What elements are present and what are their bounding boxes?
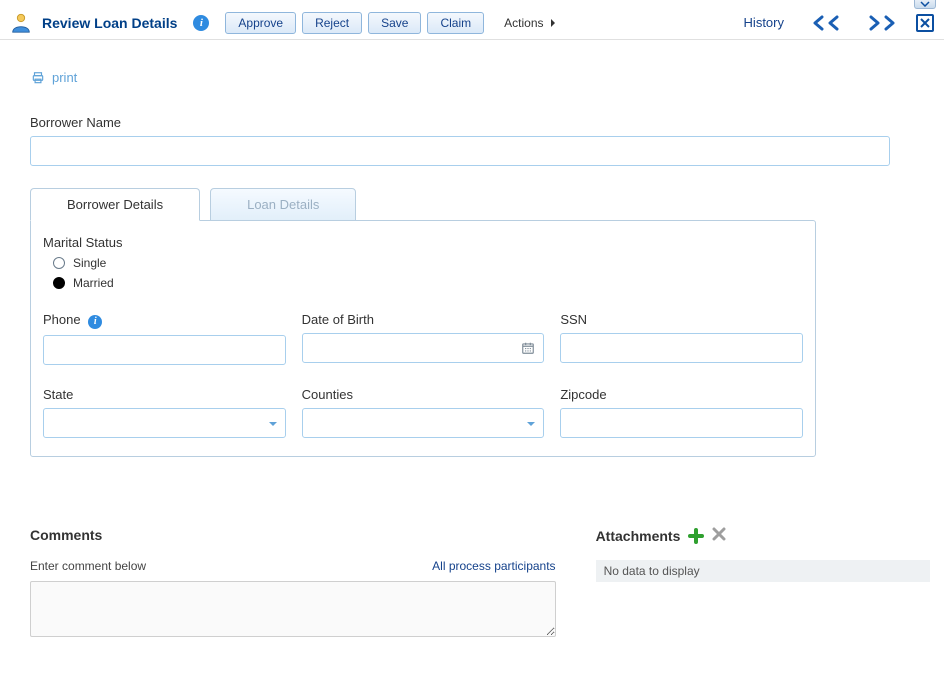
borrower-name-label: Borrower Name [30,115,890,130]
state-select[interactable] [43,408,286,438]
radio-icon [53,257,65,269]
tab-loan-details[interactable]: Loan Details [210,188,356,221]
remove-attachment-button[interactable] [712,527,726,546]
chevron-right-icon [550,18,556,28]
close-button[interactable] [916,14,934,32]
print-icon [30,71,46,85]
info-icon[interactable]: i [88,315,102,329]
page-title: Review Loan Details [42,15,177,31]
participants-link[interactable]: All process participants [432,559,555,573]
state-label: State [43,387,286,402]
zipcode-input[interactable] [560,408,803,438]
tab-borrower-details[interactable]: Borrower Details [30,188,200,221]
marital-status-label: Marital Status [43,235,803,250]
info-icon[interactable]: i [193,15,209,31]
ssn-label: SSN [560,312,803,327]
chevron-down-icon[interactable] [526,416,536,430]
print-label: print [52,70,77,85]
save-button[interactable]: Save [368,12,421,34]
chevron-down-icon[interactable] [268,416,278,430]
comments-title: Comments [30,527,556,543]
attachments-empty: No data to display [596,560,930,582]
radio-married-label: Married [73,276,114,290]
collapse-handle[interactable] [914,0,936,9]
counties-label: Counties [302,387,545,402]
tab-panel-borrower: Marital Status Single Married Phone i [30,220,816,457]
counties-select[interactable] [302,408,545,438]
borrower-name-input[interactable] [30,136,890,166]
prev-double-icon [820,12,842,34]
radio-single-label: Single [73,256,106,270]
reject-button[interactable]: Reject [302,12,362,34]
attachments-title: Attachments [596,528,681,544]
claim-button[interactable]: Claim [427,12,484,34]
approve-button[interactable]: Approve [225,12,296,34]
user-icon [10,12,32,34]
add-attachment-button[interactable] [688,528,704,544]
radio-married[interactable]: Married [53,276,803,290]
comments-enter-label: Enter comment below [30,559,146,573]
radio-icon [53,277,65,289]
actions-label: Actions [504,16,543,30]
radio-single[interactable]: Single [53,256,803,270]
history-link[interactable]: History [744,15,784,30]
zipcode-label: Zipcode [560,387,803,402]
content-area: print Borrower Name Borrower Details Loa… [0,40,944,650]
tab-strip: Borrower Details Loan Details [30,188,816,221]
calendar-icon[interactable] [520,340,536,356]
ssn-input[interactable] [560,333,803,363]
phone-input[interactable] [43,335,286,365]
actions-menu[interactable]: Actions [504,16,555,30]
dob-input[interactable] [302,333,545,363]
toolbar: Review Loan Details i Approve Reject Sav… [0,0,944,40]
next-double-icon [878,12,900,34]
print-link[interactable]: print [30,70,77,85]
phone-label: Phone i [43,312,286,329]
comment-textarea[interactable] [30,581,556,637]
dob-label: Date of Birth [302,312,545,327]
